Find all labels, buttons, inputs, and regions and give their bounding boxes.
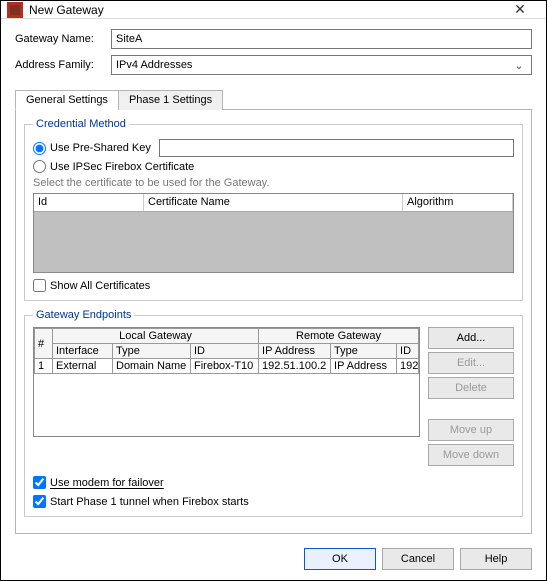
credential-method-legend: Credential Method	[33, 118, 129, 130]
gateway-name-input[interactable]	[111, 29, 532, 49]
address-family-select[interactable]: IPv4 Addresses ⌄	[111, 55, 532, 75]
cert-col-id[interactable]: Id	[34, 194, 144, 211]
credential-method-group: Credential Method Use Pre-Shared Key Use…	[24, 118, 523, 301]
address-family-value: IPv4 Addresses	[116, 59, 511, 71]
gateway-name-label: Gateway Name:	[15, 33, 111, 45]
ep-cell-interface: External	[53, 359, 113, 374]
help-button[interactable]: Help	[460, 548, 532, 570]
cert-table: Id Certificate Name Algorithm	[33, 193, 514, 273]
cancel-button[interactable]: Cancel	[382, 548, 454, 570]
tab-phase1[interactable]: Phase 1 Settings	[118, 90, 223, 110]
close-icon: ✕	[514, 1, 526, 18]
start-phase1-label: Start Phase 1 tunnel when Firebox starts	[50, 496, 249, 508]
psk-radio[interactable]	[33, 142, 46, 155]
ep-cell-id-r: 192.51.100.2	[397, 359, 419, 374]
ep-grp-remote[interactable]: Remote Gateway	[259, 329, 419, 344]
ep-col-id-r[interactable]: ID	[397, 344, 419, 359]
modem-failover-checkbox[interactable]	[33, 476, 46, 489]
window-title: New Gateway	[29, 3, 500, 17]
ep-cell-id-l: Firebox-T10	[191, 359, 259, 374]
ep-cell-type-r: IP Address	[331, 359, 397, 374]
address-family-label: Address Family:	[15, 59, 111, 71]
moveup-button[interactable]: Move up	[428, 419, 514, 441]
titlebar: New Gateway ✕	[1, 1, 546, 19]
ok-button[interactable]: OK	[304, 548, 376, 570]
start-phase1-checkbox[interactable]	[33, 495, 46, 508]
cert-col-name[interactable]: Certificate Name	[144, 194, 403, 211]
gateway-endpoints-legend: Gateway Endpoints	[33, 309, 134, 321]
cert-table-body	[34, 212, 513, 272]
dialog-footer: OK Cancel Help	[1, 540, 546, 580]
tabstrip: General Settings Phase 1 Settings	[15, 90, 532, 110]
ep-col-interface[interactable]: Interface	[53, 344, 113, 359]
cert-radio[interactable]	[33, 160, 46, 173]
cert-label: Use IPSec Firebox Certificate	[50, 161, 194, 173]
show-all-certs-label: Show All Certificates	[50, 280, 150, 292]
chevron-down-icon: ⌄	[511, 59, 527, 72]
show-all-certs-checkbox[interactable]	[33, 279, 46, 292]
cert-col-algo[interactable]: Algorithm	[403, 194, 513, 211]
delete-button[interactable]: Delete	[428, 377, 514, 399]
ep-cell-num: 1	[35, 359, 53, 374]
ep-grp-local[interactable]: Local Gateway	[53, 329, 259, 344]
close-button[interactable]: ✕	[500, 1, 540, 18]
ep-col-type-l[interactable]: Type	[113, 344, 191, 359]
ep-col-type-r[interactable]: Type	[331, 344, 397, 359]
ep-cell-type-l: Domain Name	[113, 359, 191, 374]
add-button[interactable]: Add...	[428, 327, 514, 349]
psk-input[interactable]	[159, 139, 514, 157]
gateway-endpoints-group: Gateway Endpoints # Local Gateway	[24, 309, 523, 517]
ep-cell-ip: 192.51.100.2	[259, 359, 331, 374]
movedown-button[interactable]: Move down	[428, 444, 514, 466]
ep-col-ip[interactable]: IP Address	[259, 344, 331, 359]
psk-label: Use Pre-Shared Key	[50, 142, 151, 154]
ep-col-num[interactable]: #	[35, 329, 53, 359]
cert-hint: Select the certificate to be used for th…	[33, 177, 514, 189]
tab-general[interactable]: General Settings	[15, 90, 119, 110]
app-icon	[7, 2, 23, 18]
table-row[interactable]: 1 External Domain Name Firebox-T10 192.5…	[35, 359, 419, 374]
ep-col-id-l[interactable]: ID	[191, 344, 259, 359]
edit-button[interactable]: Edit...	[428, 352, 514, 374]
modem-failover-label: Use modem for failover	[50, 477, 164, 489]
endpoints-table[interactable]: # Local Gateway Remote Gateway Interface…	[33, 327, 420, 437]
